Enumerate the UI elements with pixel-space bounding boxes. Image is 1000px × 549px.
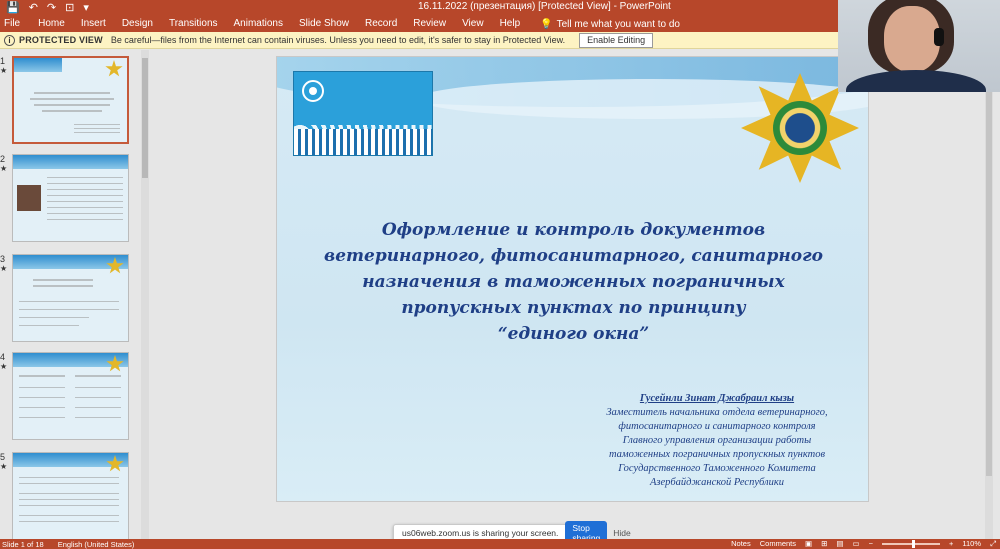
save-icon[interactable]: 💾	[6, 1, 20, 15]
zoom-slider-thumb[interactable]	[911, 540, 915, 548]
author-name: Гусейнли Зинат Джабраил кызы	[639, 393, 795, 404]
title-line: “единого окна”	[497, 324, 650, 344]
canvas-scrollbar[interactable]	[985, 50, 993, 539]
status-bar: Slide 1 of 18 English (United States) No…	[0, 539, 1000, 549]
tab-review[interactable]: Review	[405, 16, 454, 32]
lightbulb-icon: 💡	[540, 18, 553, 30]
scrollbar-thumb[interactable]	[142, 58, 148, 178]
thumbnail-preview	[12, 452, 129, 539]
protected-view-message: Be careful—files from the Internet can c…	[110, 35, 566, 45]
position-line: Азербайджанской Республики	[649, 477, 785, 488]
thumbnail-preview	[12, 56, 129, 144]
quick-access-toolbar: 💾 ↶ ↷ ⊡ ▾	[0, 1, 89, 15]
customs-flag-image	[293, 71, 433, 156]
position-line: таможенных пограничных пропускных пункто…	[608, 449, 826, 460]
customize-qat-icon[interactable]: ▾	[83, 1, 89, 15]
zoom-level[interactable]: 110%	[962, 539, 981, 549]
tab-design[interactable]: Design	[114, 16, 161, 32]
fit-slide-icon[interactable]: ⤢	[990, 539, 996, 549]
window-title: 16.11.2022 (презентация) [Protected View…	[418, 1, 671, 12]
zoom-out-icon[interactable]: −	[869, 539, 873, 549]
tab-record[interactable]: Record	[357, 16, 405, 32]
slide-title: Оформление и контроль документов ветерин…	[307, 217, 840, 347]
reading-view-icon[interactable]: ▤	[836, 539, 843, 549]
customs-emblem-core	[773, 101, 827, 155]
slide-counter: Slide 1 of 18	[2, 539, 44, 549]
thumbnail-scrollbar[interactable]	[141, 50, 149, 539]
flag-thumb	[14, 58, 62, 72]
thumbnail-preview	[12, 254, 129, 342]
tab-slide-show[interactable]: Slide Show	[291, 16, 357, 32]
normal-view-icon[interactable]: ▣	[805, 539, 812, 549]
position-line: Государственного Таможенного Комитета	[618, 463, 816, 474]
powerpoint-window: 💾 ↶ ↷ ⊡ ▾ 16.11.2022 (презентация) [Prot…	[0, 0, 1000, 549]
title-line: Оформление и контроль документов	[381, 220, 766, 240]
animation-star-icon: ★	[0, 66, 8, 75]
scrollbar-thumb[interactable]	[986, 56, 992, 476]
thumbnail-number: 3	[0, 254, 6, 264]
thumbnail-number: 4	[0, 352, 6, 362]
webcam-video-overlay	[838, 0, 1000, 92]
enable-editing-button[interactable]: Enable Editing	[579, 32, 654, 48]
tab-insert[interactable]: Insert	[73, 16, 114, 32]
thumbnail-preview	[12, 352, 129, 440]
start-from-beginning-icon[interactable]: ⊡	[65, 1, 74, 15]
author-block: Гусейнли Зинат Джабраил кызы Заместитель…	[577, 393, 857, 490]
protected-view-label: PROTECTED VIEW	[19, 35, 103, 45]
thumbnail-number: 5	[0, 452, 6, 462]
animation-star-icon: ★	[0, 362, 8, 371]
zoom-in-icon[interactable]: +	[949, 539, 953, 549]
zoom-share-text: us06web.zoom.us is sharing your screen.	[402, 528, 559, 538]
tab-file[interactable]: File	[0, 16, 30, 32]
tab-home[interactable]: Home	[30, 16, 73, 32]
zoom-slider[interactable]	[881, 540, 940, 548]
comments-button[interactable]: Comments	[760, 539, 796, 549]
position-line: Главного управления организации работы	[622, 435, 812, 446]
thumbnail-preview	[12, 154, 129, 242]
notes-button[interactable]: Notes	[731, 539, 751, 549]
animation-star-icon: ★	[0, 264, 8, 273]
emblem-icon	[302, 80, 324, 102]
language-indicator[interactable]: English (United States)	[58, 540, 135, 549]
tab-help[interactable]: Help	[492, 16, 529, 32]
slideshow-icon[interactable]: ▭	[852, 539, 859, 549]
thumbnail-number: 2	[0, 154, 6, 164]
animation-star-icon: ★	[0, 462, 8, 471]
position-line: фитосанитарного и санитарного контроля	[618, 421, 816, 432]
position-line: Заместитель начальника отдела ветеринарн…	[606, 407, 828, 418]
undo-icon[interactable]: ↶	[29, 1, 38, 15]
thumbnail-number: 1	[0, 56, 6, 66]
redo-icon[interactable]: ↷	[47, 1, 56, 15]
tell-me-label: Tell me what you want to do	[556, 18, 680, 30]
animation-star-icon: ★	[0, 164, 8, 173]
slide-thumbnail-pane[interactable]: 1 ★ 2 ★ 3 ★ 4 ★ 5 ★	[0, 50, 150, 539]
title-line: пропускных пунктах по принципу	[401, 298, 746, 318]
slide-editing-canvas: Оформление и контроль документов ветерин…	[152, 50, 993, 539]
slide-sorter-icon[interactable]: ⊞	[821, 539, 827, 549]
hide-button[interactable]: Hide	[613, 528, 630, 538]
title-line: ветеринарного, фитосанитарного, санитарн…	[324, 246, 823, 266]
author-position: Заместитель начальника отдела ветеринарн…	[577, 406, 857, 490]
title-line: назначения в таможенных пограничных	[362, 272, 785, 292]
tab-animations[interactable]: Animations	[226, 16, 291, 32]
shield-info-icon: i	[4, 34, 15, 46]
headset-icon	[934, 28, 944, 46]
emblem-thumb-icon	[105, 60, 123, 77]
presenter-face	[884, 6, 940, 72]
current-slide[interactable]: Оформление и контроль документов ветерин…	[276, 56, 869, 502]
tab-view[interactable]: View	[454, 16, 492, 32]
tell-me-search[interactable]: 💡 Tell me what you want to do	[528, 19, 680, 30]
tab-transitions[interactable]: Transitions	[161, 16, 226, 32]
